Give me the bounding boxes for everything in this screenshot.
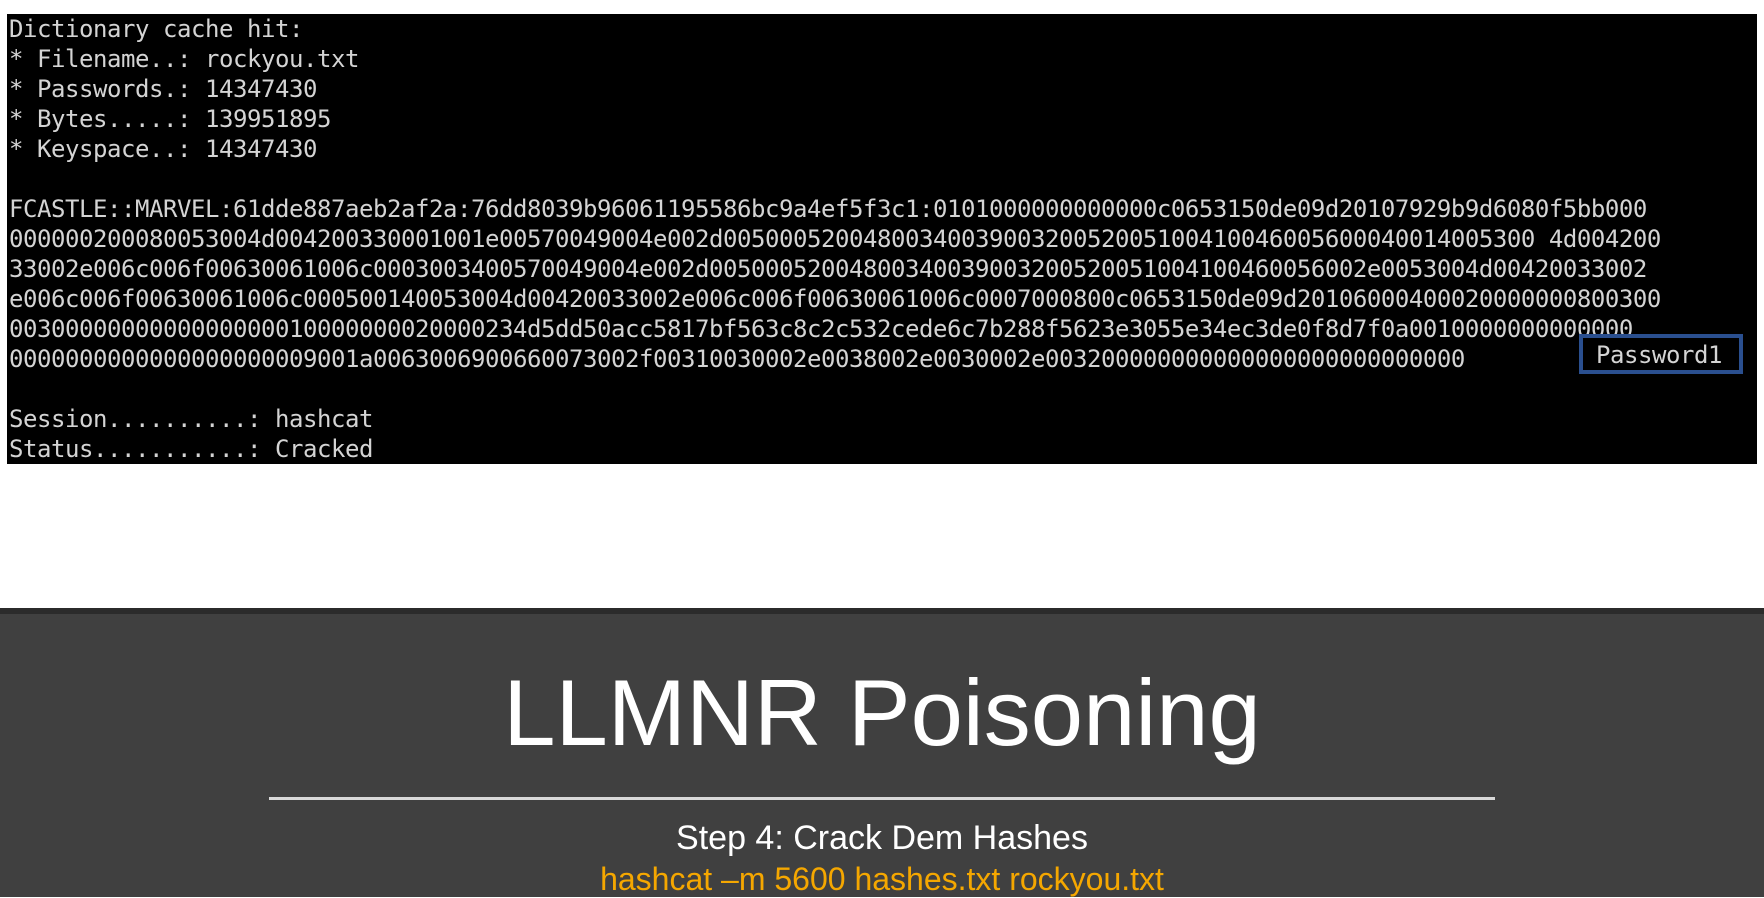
terminal-line: 000000200080053004d004200330001001e00570… xyxy=(9,225,1661,253)
terminal-line: Status...........: Cracked xyxy=(9,435,373,463)
terminal-output: Dictionary cache hit: * Filename..: rock… xyxy=(7,14,1757,464)
terminal-line: 0000000000000000000009001a00630069006600… xyxy=(9,345,1465,373)
terminal-line: Dictionary cache hit: xyxy=(9,15,303,43)
terminal-line: * Keyspace..: 14347430 xyxy=(9,135,317,163)
terminal-line: * Filename..: rockyou.txt xyxy=(9,45,359,73)
cracked-password: Password1 xyxy=(1596,341,1722,369)
terminal-line: Session..........: hashcat xyxy=(9,405,373,433)
slide-title-banner: LLMNR Poisoning Step 4: Crack Dem Hashes… xyxy=(0,608,1764,897)
terminal-line: * Passwords.: 14347430 xyxy=(9,75,317,103)
cracked-password-highlight: Password1 xyxy=(1579,334,1743,374)
slide-subtitle: Step 4: Crack Dem Hashes xyxy=(676,819,1088,857)
title-divider xyxy=(269,797,1495,800)
terminal-line: 0030000000000000000010000000020000234d5d… xyxy=(9,315,1633,343)
terminal-line: * Bytes.....: 139951895 xyxy=(9,105,331,133)
slide-title: LLMNR Poisoning xyxy=(503,660,1261,765)
terminal-line: FCASTLE::MARVEL:61dde887aeb2af2a:76dd803… xyxy=(9,195,1647,223)
hashcat-command: hashcat –m 5600 hashes.txt rockyou.txt xyxy=(600,861,1164,897)
terminal-line: e006c006f00630061006c000500140053004d004… xyxy=(9,285,1661,313)
terminal-line: 33002e006c006f00630061006c00030034005700… xyxy=(9,255,1647,283)
